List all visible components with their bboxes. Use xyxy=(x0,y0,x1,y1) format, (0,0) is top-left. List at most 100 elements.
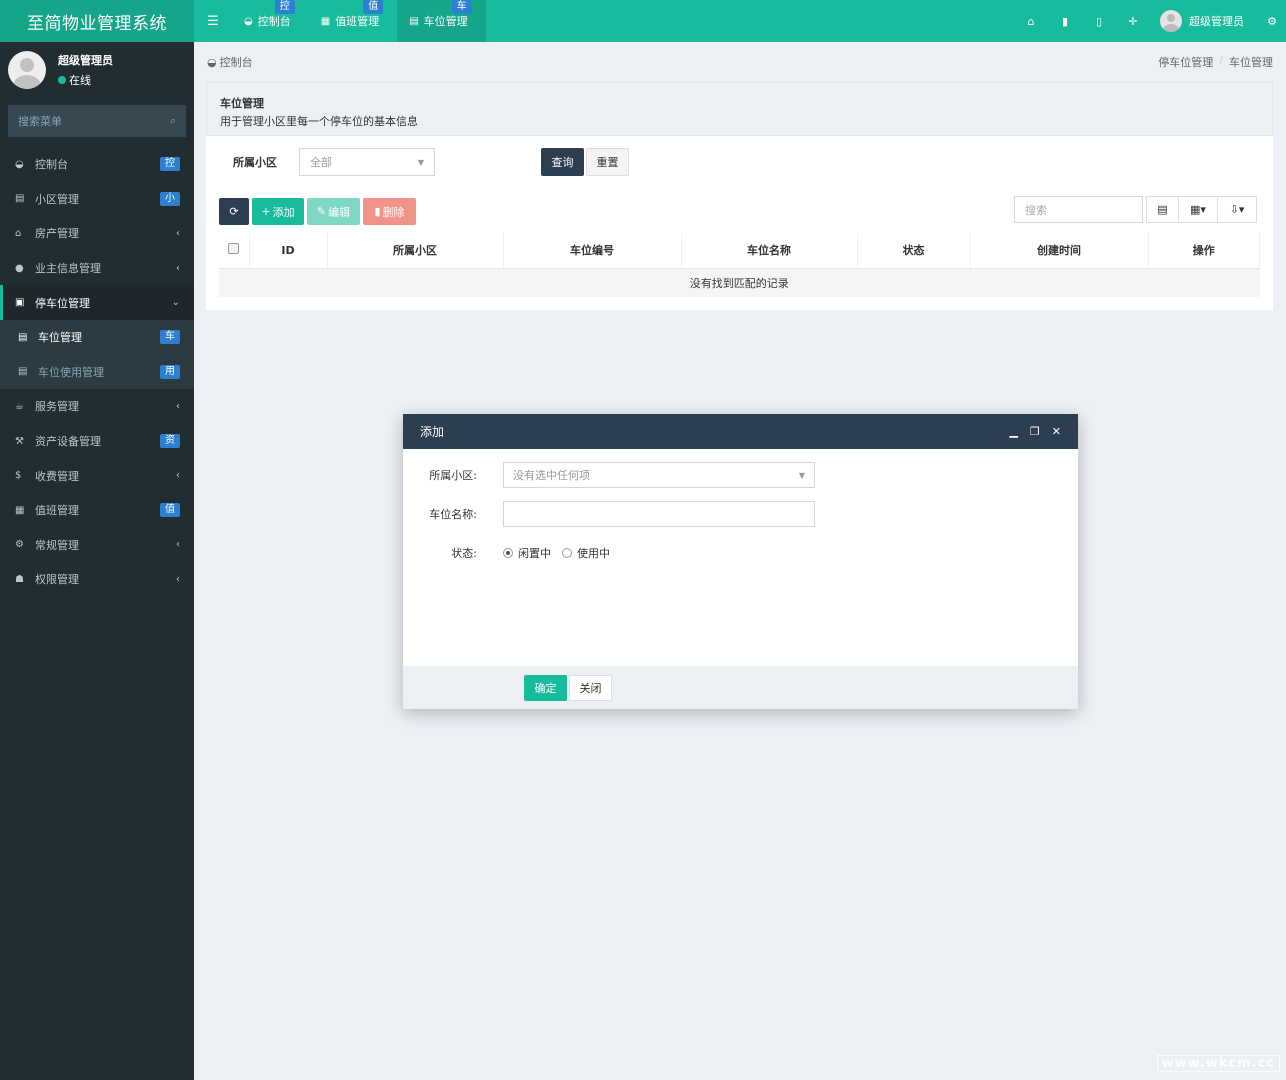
filter-label: 所属小区 xyxy=(233,156,277,169)
sidebar-item-label: 控制台 xyxy=(35,158,68,172)
sidebar-item-owner[interactable]: ● 业主信息管理 ‹ xyxy=(0,251,194,286)
sidebar-item-permission[interactable]: ☗ 权限管理 ‹ xyxy=(0,562,194,597)
delete-label: 删除 xyxy=(382,205,405,219)
add-label: 添加 xyxy=(272,205,295,219)
sidebar-item-general[interactable]: ⚙ 常规管理 ‹ xyxy=(0,528,194,563)
community-select[interactable]: 没有选中任何项 ▼ xyxy=(503,462,815,488)
col-header[interactable]: 车位名称 xyxy=(681,233,858,269)
sidebar-item-parking-space[interactable]: ▤ 车位管理 车 xyxy=(0,319,194,355)
breadcrumb: ◒ 控制台 停车位管理 / 车位管理 xyxy=(194,42,1286,82)
user-menu[interactable]: 超级管理员 xyxy=(1150,0,1258,42)
reset-button[interactable]: 重置 xyxy=(586,148,629,176)
name-label: 车位名称: xyxy=(429,508,477,521)
sidebar-item-duty[interactable]: ▦ 值班管理 值 xyxy=(0,493,194,528)
community-filter-select[interactable]: 全部 ▼ xyxy=(299,148,435,176)
user-panel: 超级管理员 在线 xyxy=(0,42,194,98)
calendar-icon: ▦ xyxy=(15,504,25,516)
col-header[interactable]: ID xyxy=(249,233,328,269)
delete-button[interactable]: ▮ 删除 xyxy=(363,198,416,225)
dashboard-icon: ◒ xyxy=(15,158,24,170)
radio-unchecked-icon[interactable] xyxy=(562,548,572,558)
language-icon[interactable]: ▯ xyxy=(1082,0,1116,42)
coffee-icon: ☕ xyxy=(15,400,24,412)
select-all-checkbox[interactable] xyxy=(219,233,250,269)
settings-icon[interactable]: ⚙ xyxy=(1258,0,1286,42)
tab-dashboard[interactable]: ◒ 控制台 控 xyxy=(232,0,309,42)
panel-header: 车位管理 用于管理小区里每一个停车位的基本信息 xyxy=(206,82,1273,136)
sidebar-item-label: 资产设备管理 xyxy=(35,435,101,449)
sidebar-item-service[interactable]: ☕ 服务管理 ‹ xyxy=(0,389,194,424)
sidebar-item-label: 车位管理 xyxy=(38,331,82,345)
table-row: 没有找到匹配的记录 xyxy=(219,268,1260,297)
brand-logo[interactable]: 至简物业管理系统 xyxy=(0,0,194,42)
close-button[interactable]: 关闭 xyxy=(569,675,612,701)
community-label: 所属小区: xyxy=(429,469,477,482)
maximize-icon[interactable]: ❐ xyxy=(1030,425,1040,438)
sidebar-item-billing[interactable]: $ 收费管理 ‹ xyxy=(0,458,194,493)
caret-down-icon: ▼ xyxy=(798,470,805,480)
menu-badge: 值 xyxy=(160,503,180,518)
cogs-icon: ⚙ xyxy=(15,539,24,551)
sidebar-item-label: 房产管理 xyxy=(35,227,79,241)
chevron-left-icon: ‹ xyxy=(176,400,180,412)
radio-checked-icon[interactable] xyxy=(503,548,513,558)
col-header[interactable]: 创建时间 xyxy=(970,233,1149,269)
sidebar-item-label: 常规管理 xyxy=(35,538,79,552)
calendar-icon: ▦ xyxy=(320,15,331,27)
table-search-input[interactable]: 搜索 xyxy=(1014,196,1143,223)
tab-badge: 车 xyxy=(451,0,472,14)
sidebar-item-community[interactable]: ▤ 小区管理 小 xyxy=(0,182,194,217)
sidebar-item-label: 车位使用管理 xyxy=(38,365,104,379)
checkbox-icon[interactable] xyxy=(228,243,240,255)
trash-icon[interactable]: ▮ xyxy=(1048,0,1082,42)
breadcrumb-item[interactable]: 停车位管理 xyxy=(1158,54,1213,70)
table-icon: ▤ xyxy=(18,331,28,343)
edit-label: 编辑 xyxy=(328,205,351,219)
sidebar-item-assets[interactable]: ⚒ 资产设备管理 资 xyxy=(0,424,194,459)
space-name-input[interactable] xyxy=(503,501,815,527)
search-icon[interactable]: ⌕ xyxy=(170,114,176,128)
menu-toggle-icon[interactable]: ☰ xyxy=(194,0,232,42)
page-description: 用于管理小区里每一个停车位的基本信息 xyxy=(220,115,418,128)
edit-button[interactable]: ✎ 编辑 xyxy=(307,198,360,225)
list-icon: ▤ xyxy=(15,193,25,205)
col-header[interactable]: 所属小区 xyxy=(327,233,504,269)
search-menu-placeholder: 搜索菜单 xyxy=(18,115,62,128)
add-button[interactable]: + 添加 xyxy=(252,198,304,225)
breadcrumb-home[interactable]: 控制台 xyxy=(220,54,253,70)
toggle-view-icon[interactable]: ▤ xyxy=(1146,196,1179,223)
search-menu-input[interactable]: 搜索菜单 ⌕ xyxy=(8,105,186,137)
status-idle-radio[interactable]: 闲置中 xyxy=(503,545,551,561)
pencil-icon: ✎ xyxy=(316,205,327,218)
export-icon[interactable]: ⇩▾ xyxy=(1217,196,1257,223)
sidebar-item-dashboard[interactable]: ◒ 控制台 控 xyxy=(0,147,194,182)
tab-badge: 值 xyxy=(363,0,384,14)
col-header[interactable]: 车位编号 xyxy=(503,233,682,269)
col-header[interactable]: 状态 xyxy=(857,233,971,269)
home-icon[interactable]: ⌂ xyxy=(1014,0,1048,42)
radio-label: 使用中 xyxy=(577,547,610,560)
empty-message: 没有找到匹配的记录 xyxy=(219,268,1260,297)
page-title: 车位管理 xyxy=(220,97,264,110)
tab-duty[interactable]: ▦ 值班管理 值 xyxy=(309,0,397,42)
content-panel: 车位管理 用于管理小区里每一个停车位的基本信息 所属小区 全部 ▼ 查询 重置 … xyxy=(206,82,1273,310)
tab-parking[interactable]: ▤ 车位管理 车 xyxy=(397,0,486,42)
status-inuse-radio[interactable]: 使用中 xyxy=(562,545,610,561)
query-button[interactable]: 查询 xyxy=(541,148,584,176)
close-icon[interactable]: ✕ xyxy=(1052,425,1061,438)
fullscreen-icon[interactable]: ✛ xyxy=(1116,0,1150,42)
confirm-button[interactable]: 确定 xyxy=(524,675,567,701)
chevron-left-icon: ‹ xyxy=(176,539,180,551)
search-placeholder: 搜索 xyxy=(1025,203,1047,217)
header-actions: ⌂ ▮ ▯ ✛ 超级管理员 ⚙ xyxy=(1014,0,1286,42)
dialog-header[interactable]: 添加 ▁ ❐ ✕ xyxy=(403,414,1078,449)
breadcrumb-separator: / xyxy=(1219,54,1223,67)
columns-icon[interactable]: ▦▾ xyxy=(1178,196,1218,223)
top-header: 至简物业管理系统 ☰ ◒ 控制台 控 ▦ 值班管理 值 ▤ 车位管理 车 ⌂ ▮… xyxy=(0,0,1286,42)
refresh-button[interactable]: ⟳ xyxy=(219,198,249,225)
sidebar-item-property[interactable]: ⌂ 房产管理 ‹ xyxy=(0,216,194,251)
minimize-icon[interactable]: ▁ xyxy=(1009,425,1017,438)
sidebar-item-parking-usage[interactable]: ▤ 车位使用管理 用 xyxy=(0,354,194,390)
sidebar-item-parking[interactable]: ▣ 停车位管理 ⌄ xyxy=(0,285,194,320)
tab-label: 控制台 xyxy=(257,15,291,28)
